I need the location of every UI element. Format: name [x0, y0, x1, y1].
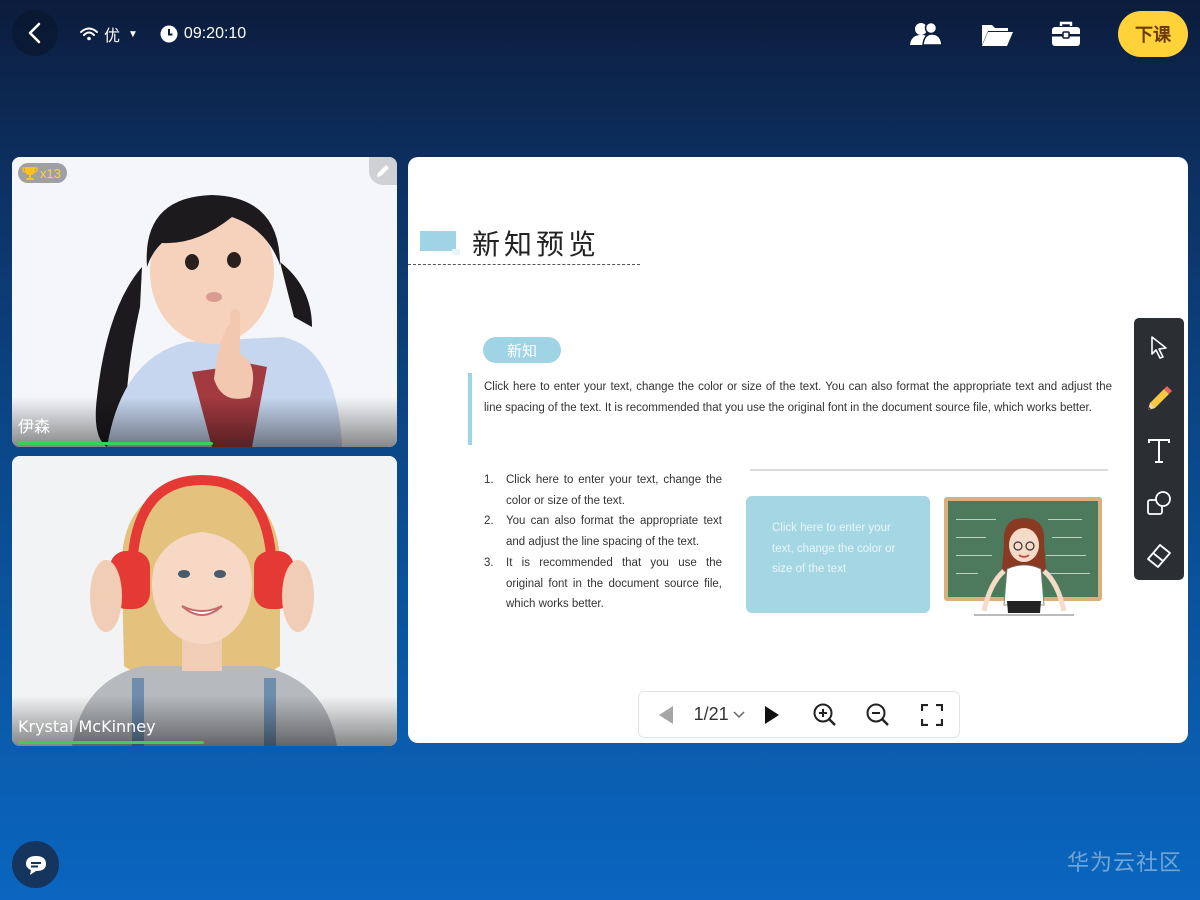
teacher-illustration [974, 518, 1074, 616]
zoom-out-button[interactable] [852, 703, 905, 727]
text-box: Click here to enter your text, change th… [746, 496, 930, 613]
chat-button[interactable] [12, 841, 59, 888]
users-icon [910, 21, 943, 46]
clock-icon [160, 25, 178, 43]
numbered-list: 1. Click here to enter your text, change … [484, 470, 722, 615]
caret-down-icon: ▼ [128, 28, 138, 40]
title-decoration [420, 231, 460, 255]
page-indicator: 1/21 [693, 704, 729, 724]
files-button[interactable] [979, 16, 1015, 52]
fullscreen-icon [920, 703, 943, 726]
shape-tool-icon [1147, 491, 1171, 515]
page-controls: 1/21 [638, 691, 960, 738]
list-text: Click here to enter your text, change th… [506, 474, 722, 507]
eraser-tool[interactable] [1141, 536, 1177, 574]
trophy-badge: x13 [18, 163, 67, 183]
participant-name: 伊森 [18, 417, 51, 436]
list-text: It is recommended that you use the origi… [506, 556, 722, 611]
next-page-button[interactable] [745, 705, 800, 725]
folder-icon [982, 25, 1013, 46]
prev-page-button[interactable] [639, 705, 694, 725]
back-button[interactable] [12, 10, 58, 56]
list-number: 2. [484, 515, 494, 528]
pencil-icon [377, 165, 389, 177]
zoom-out-icon [866, 703, 889, 726]
toolbox-button[interactable] [1048, 16, 1084, 52]
wifi-icon [80, 27, 98, 41]
zoom-in-icon [813, 703, 837, 726]
triangle-left-icon [659, 705, 674, 724]
shape-tool[interactable] [1141, 484, 1177, 522]
slide-title: 新知预览 [472, 228, 601, 261]
list-item: 1. Click here to enter your text, change … [484, 470, 722, 511]
list-item: 2. You can also format the appropriate te… [484, 511, 722, 552]
content-divider [750, 469, 1108, 471]
toolbox-icon [1052, 21, 1080, 46]
class-timer: 09:20:10 [160, 25, 246, 43]
slide-paragraph: Click here to enter your text, change th… [484, 381, 1112, 414]
title-divider [408, 264, 640, 265]
participants-button[interactable] [908, 16, 944, 52]
pointer-tool-icon [1151, 336, 1167, 359]
list-item: 3. It is recommended that you use the ori… [484, 553, 722, 615]
list-text: You can also format the appropriate text… [506, 515, 722, 549]
audio-level-bar [18, 741, 204, 744]
zoom-in-button[interactable] [799, 703, 852, 727]
trophy-count: x13 [40, 165, 61, 181]
triangle-right-icon [764, 705, 779, 724]
pointer-tool[interactable] [1141, 328, 1177, 366]
watermark: 华为云社区 [1066, 851, 1182, 876]
participant-name: Krystal McKinney [18, 717, 156, 736]
quote-bar [468, 373, 472, 445]
text-tool-icon [1148, 439, 1170, 463]
video-tile-teacher[interactable]: Krystal McKinney [12, 456, 397, 746]
edit-tile-button[interactable] [369, 157, 397, 185]
trophy-icon [22, 167, 38, 180]
pencil-tool[interactable] [1141, 380, 1177, 418]
list-number: 3. [484, 556, 494, 569]
section-tag: 新知 [483, 337, 561, 363]
fullscreen-button[interactable] [904, 703, 959, 726]
eraser-tool-icon [1147, 544, 1171, 568]
network-quality-label[interactable]: 优 [104, 22, 120, 46]
tile-shade [12, 397, 397, 447]
end-class-button[interactable]: 下课 [1118, 11, 1188, 57]
timer-text: 09:20:10 [183, 25, 247, 42]
chevron-down-icon [733, 710, 745, 718]
chat-icon [25, 855, 46, 875]
whiteboard[interactable]: 新知预览 新知 Click here to enter your text, c… [408, 157, 1188, 743]
audio-level-bar [18, 442, 213, 445]
video-tile-student[interactable]: x13 伊森 [12, 157, 397, 447]
drawing-toolbar [1134, 318, 1184, 580]
text-tool[interactable] [1141, 432, 1177, 470]
status-bar: 优 ▼ 09:20:10 [80, 22, 246, 46]
list-number: 1. [484, 474, 494, 486]
pencil-tool-icon [1148, 386, 1172, 410]
back-arrow-icon [28, 22, 41, 44]
page-selector[interactable]: 1/21 [694, 704, 745, 725]
